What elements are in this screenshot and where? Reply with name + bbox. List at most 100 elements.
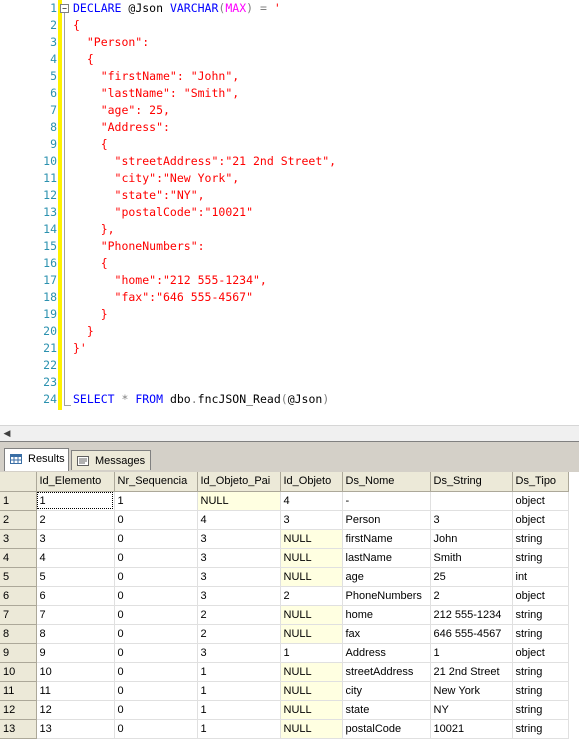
table-row[interactable]: 2 2 0 4 3 Person 3 object bbox=[0, 510, 569, 530]
grid-cell[interactable]: string bbox=[512, 548, 569, 568]
grid-cell[interactable]: 3 bbox=[197, 586, 281, 606]
grid-cell[interactable]: 2 bbox=[430, 586, 513, 606]
grid-cell[interactable]: NULL bbox=[280, 700, 343, 720]
grid-cell[interactable]: 0 bbox=[114, 624, 198, 644]
row-number[interactable]: 7 bbox=[0, 605, 37, 625]
table-row[interactable]: 3 3 0 3 NULL firstName John string bbox=[0, 529, 569, 549]
editor-horizontal-scrollbar[interactable]: ◀ bbox=[0, 425, 579, 441]
grid-cell[interactable]: object bbox=[512, 586, 569, 606]
table-row[interactable]: 10 10 0 1 NULL streetAddress 21 2nd Street stri… bbox=[0, 662, 569, 682]
row-number[interactable]: 13 bbox=[0, 719, 37, 739]
grid-cell[interactable]: Smith bbox=[430, 548, 513, 568]
grid-cell[interactable]: 1 bbox=[197, 681, 281, 701]
row-number[interactable]: 1 bbox=[0, 491, 37, 511]
grid-cell[interactable]: PhoneNumbers bbox=[342, 586, 431, 606]
grid-cell[interactable]: string bbox=[512, 681, 569, 701]
grid-cell[interactable]: string bbox=[512, 605, 569, 625]
sql-editor[interactable]: − 1 DECLARE @Json VARCHAR(MAX) = ' 2{3 "Pe… bbox=[0, 0, 579, 425]
grid-cell[interactable]: 21 2nd Street bbox=[430, 662, 513, 682]
grid-cell[interactable]: 25 bbox=[430, 567, 513, 587]
table-row[interactable]: 13 13 0 1 NULL postalCode 10021 string bbox=[0, 719, 569, 739]
grid-cell[interactable]: NULL bbox=[280, 719, 343, 739]
grid-cell[interactable]: NULL bbox=[280, 567, 343, 587]
tab-messages[interactable]: Messages bbox=[71, 450, 151, 470]
grid-cell[interactable]: 8 bbox=[36, 624, 115, 644]
grid-cell[interactable]: 0 bbox=[114, 510, 198, 530]
grid-cell[interactable]: 1 bbox=[36, 491, 115, 511]
column-header[interactable]: Id_Elemento bbox=[36, 472, 115, 492]
grid-cell[interactable]: 1 bbox=[197, 700, 281, 720]
grid-cell[interactable]: 0 bbox=[114, 548, 198, 568]
grid-cell[interactable]: int bbox=[512, 567, 569, 587]
grid-cell[interactable]: string bbox=[512, 624, 569, 644]
grid-cell[interactable]: 646 555-4567 bbox=[430, 624, 513, 644]
grid-cell[interactable]: 0 bbox=[114, 529, 198, 549]
grid-cell[interactable]: string bbox=[512, 662, 569, 682]
grid-cell[interactable]: 0 bbox=[114, 643, 198, 663]
grid-cell[interactable]: 6 bbox=[36, 586, 115, 606]
grid-cell[interactable]: 0 bbox=[114, 586, 198, 606]
grid-cell[interactable]: 3 bbox=[280, 510, 343, 530]
results-grid[interactable]: Id_Elemento Nr_Sequencia Id_Objeto_Pai Id_O… bbox=[0, 472, 579, 744]
grid-cell[interactable]: 11 bbox=[36, 681, 115, 701]
grid-cell[interactable]: object bbox=[512, 491, 569, 511]
grid-cell[interactable]: NULL bbox=[280, 529, 343, 549]
grid-cell[interactable]: 12 bbox=[36, 700, 115, 720]
table-row[interactable]: 7 7 0 2 NULL home 212 555-1234 string bbox=[0, 605, 569, 625]
grid-cell[interactable]: 0 bbox=[114, 567, 198, 587]
grid-cell[interactable]: 0 bbox=[114, 662, 198, 682]
grid-cell[interactable]: fax bbox=[342, 624, 431, 644]
grid-cell[interactable]: 0 bbox=[114, 605, 198, 625]
table-row[interactable]: 9 9 0 3 1 Address 1 object bbox=[0, 643, 569, 663]
column-header[interactable]: Nr_Sequencia bbox=[114, 472, 198, 492]
grid-cell[interactable]: 10021 bbox=[430, 719, 513, 739]
table-row[interactable]: 11 11 0 1 NULL city New York string bbox=[0, 681, 569, 701]
grid-cell[interactable]: object bbox=[512, 643, 569, 663]
grid-cell[interactable]: 13 bbox=[36, 719, 115, 739]
grid-cell[interactable]: 0 bbox=[114, 700, 198, 720]
grid-cell[interactable]: - bbox=[342, 491, 431, 511]
grid-cell[interactable]: string bbox=[512, 719, 569, 739]
grid-cell[interactable]: 3 bbox=[197, 567, 281, 587]
grid-cell[interactable]: lastName bbox=[342, 548, 431, 568]
grid-cell[interactable]: string bbox=[512, 529, 569, 549]
tab-results[interactable]: Results bbox=[4, 448, 69, 471]
grid-cell[interactable]: streetAddress bbox=[342, 662, 431, 682]
row-number[interactable]: 9 bbox=[0, 643, 37, 663]
grid-cell[interactable]: age bbox=[342, 567, 431, 587]
table-row[interactable]: 8 8 0 2 NULL fax 646 555-4567 string bbox=[0, 624, 569, 644]
grid-cell[interactable]: 2 bbox=[197, 624, 281, 644]
grid-cell[interactable]: NULL bbox=[280, 662, 343, 682]
grid-cell[interactable]: 1 bbox=[114, 491, 198, 511]
grid-cell[interactable]: John bbox=[430, 529, 513, 549]
grid-cell[interactable]: 0 bbox=[114, 719, 198, 739]
column-header[interactable]: Id_Objeto bbox=[280, 472, 343, 492]
row-number[interactable]: 5 bbox=[0, 567, 37, 587]
arrow-left-icon[interactable]: ◀ bbox=[2, 428, 12, 438]
column-header[interactable]: Ds_Tipo bbox=[512, 472, 569, 492]
grid-cell[interactable]: 2 bbox=[280, 586, 343, 606]
grid-cell[interactable]: 1 bbox=[280, 643, 343, 663]
grid-cell[interactable]: NULL bbox=[280, 548, 343, 568]
grid-corner[interactable] bbox=[0, 472, 37, 492]
row-number[interactable]: 11 bbox=[0, 681, 37, 701]
grid-cell[interactable]: NULL bbox=[280, 624, 343, 644]
column-header[interactable]: Ds_String bbox=[430, 472, 513, 492]
grid-cell[interactable]: 2 bbox=[197, 605, 281, 625]
grid-cell[interactable]: NY bbox=[430, 700, 513, 720]
grid-cell[interactable]: 10 bbox=[36, 662, 115, 682]
grid-cell[interactable]: city bbox=[342, 681, 431, 701]
grid-cell[interactable]: postalCode bbox=[342, 719, 431, 739]
table-row[interactable]: 5 5 0 3 NULL age 25 int bbox=[0, 567, 569, 587]
grid-cell[interactable] bbox=[430, 491, 513, 511]
grid-cell[interactable]: home bbox=[342, 605, 431, 625]
row-number[interactable]: 3 bbox=[0, 529, 37, 549]
table-row[interactable]: 12 12 0 1 NULL state NY string bbox=[0, 700, 569, 720]
grid-cell[interactable]: Address bbox=[342, 643, 431, 663]
grid-cell[interactable]: NULL bbox=[280, 681, 343, 701]
grid-cell[interactable]: 212 555-1234 bbox=[430, 605, 513, 625]
grid-cell[interactable]: 3 bbox=[197, 643, 281, 663]
table-row[interactable]: 6 6 0 3 2 PhoneNumbers 2 object bbox=[0, 586, 569, 606]
table-row[interactable]: 1 1 1 NULL 4- object bbox=[0, 491, 569, 511]
grid-cell[interactable]: 3 bbox=[197, 529, 281, 549]
